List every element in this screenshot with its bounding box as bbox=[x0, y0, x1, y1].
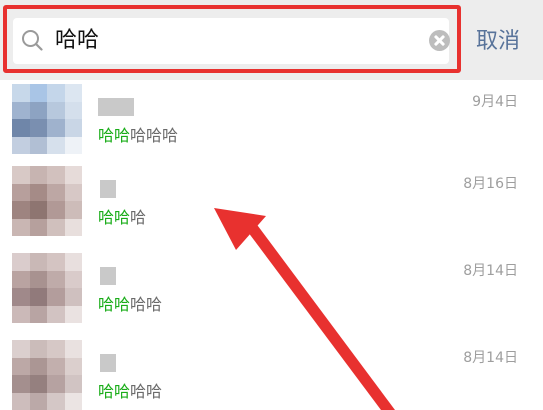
avatar-pixel bbox=[47, 101, 65, 119]
avatar-pixel bbox=[64, 183, 82, 201]
avatar-pixel bbox=[47, 305, 65, 323]
avatar-pixel bbox=[64, 136, 82, 154]
avatar-pixel bbox=[12, 101, 30, 119]
result-item[interactable]: 9月4日 哈哈哈哈哈 bbox=[0, 80, 543, 168]
avatar-pixel bbox=[29, 340, 47, 358]
message-rest: 哈哈哈 bbox=[130, 126, 179, 145]
avatar-pixel bbox=[47, 136, 65, 154]
avatar-pixel bbox=[29, 253, 47, 271]
avatar-pixel bbox=[29, 183, 47, 201]
avatar-pixel bbox=[64, 357, 82, 375]
search-screen: 哈哈 取消 9月4日 哈哈哈哈哈 8月16日 哈哈哈 8月14日 哈哈哈哈 8月… bbox=[0, 0, 543, 410]
annotation-highlight-box bbox=[3, 5, 461, 73]
avatar-pixel bbox=[47, 183, 65, 201]
message-time: 9月4日 bbox=[472, 94, 518, 110]
avatar-pixel bbox=[12, 136, 30, 154]
avatar-pixel bbox=[29, 166, 47, 184]
avatar-pixel bbox=[47, 84, 65, 102]
avatar-pixel bbox=[29, 218, 47, 236]
avatar-pixel bbox=[29, 136, 47, 154]
avatar-pixel bbox=[47, 357, 65, 375]
avatar-pixel bbox=[64, 166, 82, 184]
avatar-pixel bbox=[12, 119, 30, 137]
avatar-pixel bbox=[29, 357, 47, 375]
avatar-pixel bbox=[12, 218, 30, 236]
avatar-pixel bbox=[12, 166, 30, 184]
contact-name-blurred bbox=[98, 98, 134, 116]
message-highlight: 哈哈 bbox=[98, 208, 131, 227]
avatar bbox=[12, 253, 82, 323]
avatar-pixel bbox=[47, 166, 65, 184]
message-time: 8月16日 bbox=[463, 176, 518, 192]
avatar-pixel bbox=[64, 375, 82, 393]
avatar-pixel bbox=[12, 270, 30, 288]
avatar-pixel bbox=[29, 392, 47, 410]
message-highlight: 哈哈 bbox=[98, 382, 131, 401]
avatar-pixel bbox=[64, 270, 82, 288]
contact-name-blurred bbox=[100, 267, 116, 285]
message-snippet: 哈哈哈哈哈 bbox=[98, 125, 178, 147]
avatar-pixel bbox=[12, 201, 30, 219]
avatar bbox=[12, 166, 82, 236]
contact-name-blurred bbox=[100, 354, 116, 372]
result-item[interactable]: 8月14日 哈哈哈哈 bbox=[0, 249, 543, 337]
contact-name-blurred bbox=[100, 180, 116, 198]
avatar-pixel bbox=[47, 270, 65, 288]
avatar-pixel bbox=[29, 84, 47, 102]
avatar-pixel bbox=[12, 84, 30, 102]
avatar-pixel bbox=[12, 253, 30, 271]
avatar-pixel bbox=[64, 288, 82, 306]
cancel-button[interactable]: 取消 bbox=[476, 27, 520, 57]
avatar-pixel bbox=[47, 253, 65, 271]
avatar-pixel bbox=[64, 305, 82, 323]
avatar-pixel bbox=[12, 288, 30, 306]
message-highlight: 哈哈 bbox=[98, 126, 131, 145]
avatar-pixel bbox=[47, 201, 65, 219]
avatar-pixel bbox=[64, 201, 82, 219]
message-rest: 哈哈 bbox=[130, 295, 163, 314]
avatar bbox=[12, 84, 82, 154]
search-result-list: 9月4日 哈哈哈哈哈 8月16日 哈哈哈 8月14日 哈哈哈哈 8月14日 哈哈… bbox=[0, 80, 543, 410]
avatar-pixel bbox=[64, 392, 82, 410]
avatar-pixel bbox=[29, 101, 47, 119]
message-time: 8月14日 bbox=[463, 350, 518, 366]
avatar-pixel bbox=[47, 119, 65, 137]
avatar-pixel bbox=[29, 201, 47, 219]
message-rest: 哈哈 bbox=[130, 382, 163, 401]
avatar-pixel bbox=[12, 375, 30, 393]
message-rest: 哈 bbox=[130, 208, 147, 227]
avatar-pixel bbox=[12, 340, 30, 358]
avatar-pixel bbox=[47, 218, 65, 236]
avatar bbox=[12, 340, 82, 410]
avatar-pixel bbox=[12, 357, 30, 375]
avatar-pixel bbox=[12, 183, 30, 201]
avatar-pixel bbox=[64, 218, 82, 236]
result-item[interactable]: 8月14日 哈哈哈哈 bbox=[0, 336, 543, 410]
avatar-pixel bbox=[47, 392, 65, 410]
avatar-pixel bbox=[64, 84, 82, 102]
avatar-pixel bbox=[29, 270, 47, 288]
search-header: 哈哈 取消 bbox=[0, 0, 543, 80]
message-highlight: 哈哈 bbox=[98, 295, 131, 314]
avatar-pixel bbox=[64, 253, 82, 271]
avatar-pixel bbox=[64, 340, 82, 358]
avatar-pixel bbox=[29, 375, 47, 393]
avatar-pixel bbox=[29, 305, 47, 323]
avatar-pixel bbox=[47, 375, 65, 393]
avatar-pixel bbox=[29, 119, 47, 137]
message-time: 8月14日 bbox=[463, 263, 518, 279]
message-snippet: 哈哈哈哈 bbox=[98, 294, 162, 316]
avatar-pixel bbox=[47, 288, 65, 306]
avatar-pixel bbox=[64, 101, 82, 119]
message-snippet: 哈哈哈 bbox=[98, 207, 146, 229]
avatar-pixel bbox=[12, 392, 30, 410]
result-item[interactable]: 8月16日 哈哈哈 bbox=[0, 162, 543, 250]
avatar-pixel bbox=[12, 305, 30, 323]
avatar-pixel bbox=[47, 340, 65, 358]
avatar-pixel bbox=[64, 119, 82, 137]
avatar-pixel bbox=[29, 288, 47, 306]
message-snippet: 哈哈哈哈 bbox=[98, 381, 162, 403]
